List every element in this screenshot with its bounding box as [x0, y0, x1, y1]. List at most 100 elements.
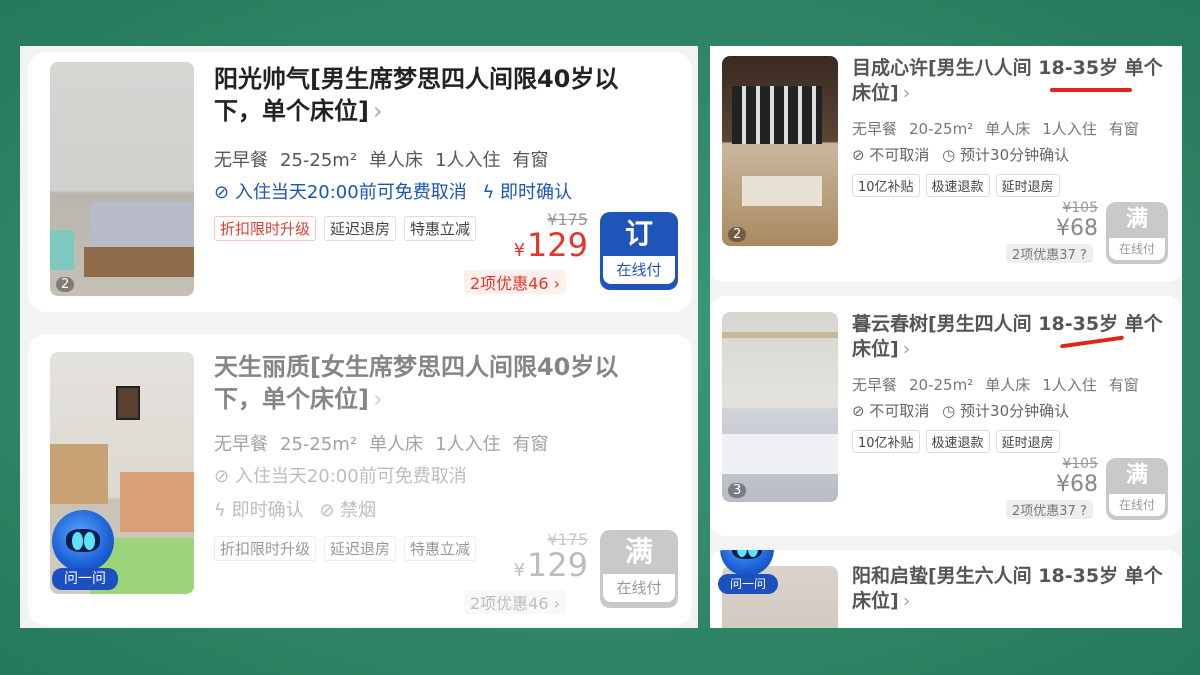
meta-breakfast: 无早餐 — [852, 120, 898, 138]
room-card[interactable]: 2 目成心许[男生八人间 18-35岁 单个床位] › 无早餐 20-25m² 单人床… — [710, 46, 1182, 282]
tag-subsidy: 10亿补贴 — [852, 174, 920, 197]
cancellation-policy: ⊘ 入住当天20:00前可免费取消 — [214, 462, 467, 488]
cancellation-policy: ⊘ 不可取消 ◷ 预计30分钟确认 — [852, 144, 1069, 165]
no-cancel-icon: ⊘ — [852, 402, 865, 420]
lightning-icon: ϟ — [214, 500, 226, 521]
book-button[interactable]: 订 在线付 — [600, 212, 678, 290]
tag-special-discount: 特惠立减 — [404, 536, 477, 561]
photo-count-badge: 2 — [56, 277, 75, 292]
policy-non-refundable: 不可取消 — [869, 146, 930, 164]
sold-out-button[interactable]: 满 在线付 — [1106, 458, 1168, 520]
assistant-bot-icon[interactable] — [52, 510, 114, 572]
policy-no-smoking: 禁烟 — [340, 500, 377, 521]
current-price: ¥68 — [1056, 216, 1098, 241]
cancellation-policy: ⊘ 不可取消 ◷ 预计30分钟确认 — [852, 400, 1069, 421]
ask-assistant-label[interactable]: 问一问 — [52, 568, 118, 590]
price-value: 129 — [526, 226, 588, 264]
meta-area: 20-25m² — [909, 376, 974, 394]
current-price: ¥129 — [478, 546, 588, 584]
pay-online-label: 在线付 — [1109, 494, 1165, 516]
meta-area: 25-25m² — [280, 434, 358, 455]
tag-late-checkout: 延时退房 — [995, 430, 1060, 453]
chevron-right-icon: › — [902, 338, 911, 361]
tag-late-checkout: 延迟退房 — [324, 216, 397, 241]
tag-discount-upgrade: 折扣限时升级 — [214, 536, 317, 561]
tag-fast-refund: 极速退款 — [925, 174, 990, 197]
clock-icon: ◷ — [942, 146, 956, 164]
discount-summary[interactable]: 2项优惠46 › — [464, 270, 567, 294]
booking-policy: ϟ 即时确认 ⊘ 禁烟 — [214, 496, 376, 522]
currency-symbol: ¥ — [513, 561, 525, 581]
room-meta: 无早餐 25-25m² 单人床 1人入住 有窗 — [214, 430, 561, 456]
policy-non-refundable: 不可取消 — [869, 402, 930, 420]
ask-assistant-label[interactable]: 问一问 — [718, 574, 778, 594]
room-card[interactable]: 2 阳光帅气[男生席梦思四人间限40岁以下，单个床位] › 无早餐 25-25m² 单… — [28, 52, 692, 312]
chevron-right-icon: › — [372, 96, 383, 125]
room-title[interactable]: 阳光帅气[男生席梦思四人间限40岁以下，单个床位] › — [214, 64, 654, 127]
photo-count-badge: 2 — [728, 227, 747, 242]
current-price: ¥129 — [478, 226, 588, 264]
room-photo[interactable]: 2 — [50, 62, 194, 296]
right-screenshot-panel: 2 目成心许[男生八人间 18-35岁 单个床位] › 无早餐 20-25m² 单人床… — [710, 46, 1182, 628]
meta-bed: 单人床 — [369, 434, 424, 455]
chevron-right-icon: › — [902, 590, 911, 613]
room-title[interactable]: 天生丽质[女生席梦思四人间限40岁以下，单个床位] › — [214, 352, 654, 415]
policy-free-cancel: 入住当天20:00前可免费取消 — [234, 466, 467, 487]
tag-discount-upgrade: 折扣限时升级 — [214, 216, 317, 241]
tag-subsidy: 10亿补贴 — [852, 430, 920, 453]
tag-special-discount: 特惠立减 — [404, 216, 477, 241]
promo-tags: 10亿补贴 极速退款 延时退房 — [852, 430, 1060, 453]
room-title-text: 目成心许[男生八人间 18-35岁 单个床位] — [852, 57, 1163, 105]
help-icon: ? — [1079, 248, 1087, 263]
clock-icon: ◷ — [942, 402, 956, 420]
meta-bed: 单人床 — [985, 376, 1031, 394]
meta-area: 20-25m² — [909, 120, 974, 138]
promo-tags: 折扣限时升级 延迟退房 特惠立减 — [214, 536, 477, 561]
currency-symbol: ¥ — [513, 241, 525, 261]
meta-window: 有窗 — [1108, 376, 1139, 394]
discount-summary[interactable]: 2项优惠37 ? — [1006, 500, 1093, 519]
price-value: 129 — [526, 546, 588, 584]
room-title[interactable]: 暮云春树[男生四人间 18-35岁 单个床位] › — [852, 312, 1172, 362]
meta-area: 25-25m² — [280, 150, 358, 171]
sold-out-label: 满 — [624, 535, 653, 568]
sold-out-label: 满 — [1125, 463, 1148, 488]
chevron-right-icon: › — [372, 384, 383, 413]
tag-fast-refund: 极速退款 — [925, 430, 990, 453]
meta-occupancy: 1人入住 — [435, 434, 501, 455]
red-annotation-underline — [1050, 88, 1132, 92]
tag-late-checkout: 延迟退房 — [324, 536, 397, 561]
policy-instant-confirm: 即时确认 — [500, 182, 573, 203]
room-title-text: 阳和启蛰[男生六人间 18-35岁 单个床位] — [852, 565, 1163, 613]
promo-tags: 10亿补贴 极速退款 延时退房 — [852, 174, 1060, 197]
meta-occupancy: 1人入住 — [435, 150, 501, 171]
room-meta: 无早餐 20-25m² 单人床 1人入住 有窗 — [852, 118, 1151, 139]
room-card[interactable]: 3 暮云春树[男生四人间 18-35岁 单个床位] › 无早餐 20-25m² 单人床… — [710, 296, 1182, 536]
chevron-right-icon: › — [902, 82, 911, 105]
no-cancel-icon: ⊘ — [852, 146, 865, 164]
meta-occupancy: 1人入住 — [1042, 120, 1097, 138]
discount-summary[interactable]: 2项优惠37 ? — [1006, 244, 1093, 263]
meta-bed: 单人床 — [369, 150, 424, 171]
room-title[interactable]: 阳和启蛰[男生六人间 18-35岁 单个床位] › — [852, 564, 1172, 614]
meta-bed: 单人床 — [985, 120, 1031, 138]
discount-summary[interactable]: 2项优惠46 › — [464, 590, 567, 614]
check-circle-icon: ⊘ — [214, 182, 230, 203]
left-screenshot-panel: 2 阳光帅气[男生席梦思四人间限40岁以下，单个床位] › 无早餐 25-25m² 单… — [20, 46, 698, 628]
promo-tags: 折扣限时升级 延迟退房 特惠立减 — [214, 216, 477, 241]
room-title-text: 天生丽质[女生席梦思四人间限40岁以下，单个床位] — [214, 353, 619, 413]
sold-out-button[interactable]: 满 在线付 — [600, 530, 678, 608]
room-card[interactable]: 问一问 天生丽质[女生席梦思四人间限40岁以下，单个床位] › 无早餐 25-25m… — [28, 334, 692, 626]
room-photo[interactable]: 3 — [722, 312, 838, 502]
room-photo[interactable]: 2 — [722, 56, 838, 246]
sold-out-button[interactable]: 满 在线付 — [1106, 202, 1168, 264]
policy-free-cancel: 入住当天20:00前可免费取消 — [234, 182, 467, 203]
room-card[interactable]: 问一问 阳和启蛰[男生六人间 18-35岁 单个床位] › — [710, 550, 1182, 628]
photo-count-badge: 3 — [728, 483, 747, 498]
room-title[interactable]: 目成心许[男生八人间 18-35岁 单个床位] › — [852, 56, 1172, 106]
meta-breakfast: 无早餐 — [214, 150, 268, 171]
policy-instant-confirm: 即时确认 — [231, 500, 304, 521]
meta-window: 有窗 — [1108, 120, 1139, 138]
discount-text: 2项优惠37 — [1012, 504, 1076, 519]
tag-late-checkout: 延时退房 — [995, 174, 1060, 197]
